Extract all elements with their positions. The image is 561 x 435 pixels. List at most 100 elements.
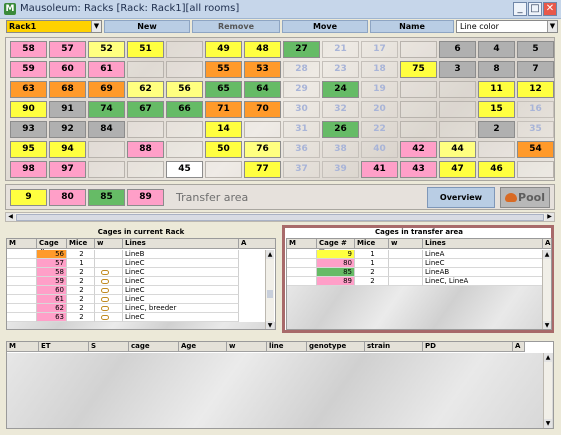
rack-cell[interactable]: 46 [478,161,515,178]
column-header[interactable]: A [513,342,525,352]
table-row[interactable]: 59 2 LineC [7,277,275,286]
rack-cell[interactable]: 36 [283,141,320,158]
rack-cell[interactable]: 55 [205,61,242,78]
rack-cell[interactable] [166,121,203,138]
rack-cell[interactable]: 5 [517,41,554,58]
column-header[interactable]: S [89,342,129,352]
rack-cell[interactable]: 77 [244,161,281,178]
rack-cell[interactable]: 6 [439,41,476,58]
rack-cell[interactable]: 62 [127,81,164,98]
rack-cell[interactable]: 97 [49,161,86,178]
column-header[interactable]: ET [39,342,89,352]
rack-cell[interactable]: 58 [10,41,47,58]
new-button[interactable]: New [104,20,190,33]
rack-cell[interactable] [205,161,242,178]
rack-cell[interactable] [244,121,281,138]
column-header[interactable]: PD [423,342,513,352]
column-header[interactable]: w [227,342,267,352]
rack-cell[interactable] [400,101,437,118]
table-row[interactable]: 60 2 LineC [7,286,275,295]
transfer-cell[interactable]: 80 [49,189,86,206]
rack-cell[interactable]: 21 [322,41,359,58]
rack-cell[interactable]: 29 [283,81,320,98]
rack-cell[interactable]: 15 [478,101,515,118]
rack-cell[interactable]: 42 [400,141,437,158]
rack-cell[interactable]: 12 [517,81,554,98]
rack-cell[interactable] [127,61,164,78]
rack-cell[interactable]: 50 [205,141,242,158]
rack-cell[interactable]: 48 [244,41,281,58]
rack-cell[interactable]: 90 [10,101,47,118]
rack-cell[interactable]: 76 [244,141,281,158]
minimize-button[interactable]: _ [513,2,527,16]
column-header[interactable]: Mice [67,239,95,249]
name-button[interactable]: Name [370,20,454,33]
rack-cell[interactable] [517,161,554,178]
column-header[interactable]: M [7,342,39,352]
pool-button[interactable]: Pool [500,187,550,208]
rack-cell[interactable]: 19 [361,81,398,98]
rack-cell[interactable]: 14 [205,121,242,138]
rack-cell[interactable]: 64 [244,81,281,98]
rack-cell[interactable]: 28 [283,61,320,78]
rack-cell[interactable]: 69 [88,81,125,98]
rack-cell[interactable]: 39 [322,161,359,178]
rack-cell[interactable]: 43 [400,161,437,178]
rack-cell[interactable]: 24 [322,81,359,98]
rack-cell[interactable]: 91 [49,101,86,118]
column-header[interactable]: w [389,239,423,249]
rack-cell[interactable]: 17 [361,41,398,58]
rack-cell[interactable] [88,161,125,178]
rack-cell[interactable]: 8 [478,61,515,78]
table-row[interactable]: 85 2 LineAB [287,268,551,277]
rack-cell[interactable]: 95 [10,141,47,158]
rack-cell[interactable]: 75 [400,61,437,78]
scroll-thumb[interactable] [16,214,544,221]
vertical-scrollbar[interactable]: ▲ ▼ [543,353,552,428]
rack-cell[interactable]: 31 [283,121,320,138]
scroll-right-icon[interactable]: ▶ [545,213,554,221]
rack-cell[interactable] [166,61,203,78]
rack-cell[interactable]: 53 [244,61,281,78]
rack-cell[interactable] [400,81,437,98]
rack-cell[interactable]: 35 [517,121,554,138]
column-header[interactable]: w [95,239,123,249]
horizontal-scrollbar[interactable]: ◀ ▶ [5,212,555,222]
rack-cell[interactable]: 52 [88,41,125,58]
rack-cell[interactable] [478,141,515,158]
rack-cell[interactable]: 84 [88,121,125,138]
scroll-down-icon[interactable]: ▼ [543,321,551,329]
rack-cell[interactable]: 37 [283,161,320,178]
rack-cell[interactable]: 51 [127,41,164,58]
vertical-scrollbar[interactable]: ▲ ▼ [265,250,274,329]
rack-cell[interactable] [166,41,203,58]
rack-cell[interactable] [439,101,476,118]
rack-cell[interactable]: 59 [10,61,47,78]
column-header[interactable]: A [239,239,275,249]
rack-cell[interactable]: 92 [49,121,86,138]
scroll-down-icon[interactable]: ▼ [544,419,552,428]
rack-cell[interactable] [88,141,125,158]
close-button[interactable]: ✕ [543,2,557,16]
chevron-down-icon[interactable]: ▼ [547,21,557,32]
color-mode-select[interactable]: Line color ▼ [456,20,558,33]
rack-cell[interactable]: 49 [205,41,242,58]
rack-cell[interactable]: 11 [478,81,515,98]
rack-cell[interactable]: 93 [10,121,47,138]
rack-cell[interactable]: 7 [517,61,554,78]
rack-cell[interactable]: 68 [49,81,86,98]
table-row[interactable]: 63 2 LineC [7,313,275,322]
rack-cell[interactable]: 18 [361,61,398,78]
column-header[interactable]: Age [179,342,227,352]
column-header[interactable]: A [543,239,551,249]
rack-cell[interactable]: 41 [361,161,398,178]
transfer-cell[interactable]: 85 [88,189,125,206]
table-row[interactable]: 62 2 LineC, breeder [7,304,275,313]
rack-cell[interactable]: 57 [49,41,86,58]
move-button[interactable]: Move [282,20,368,33]
table-row[interactable]: 58 2 LineC [7,268,275,277]
column-header[interactable]: Lines [123,239,239,249]
rack-cell[interactable]: 27 [283,41,320,58]
scroll-up-icon[interactable]: ▲ [266,250,274,259]
column-header[interactable]: Lines [423,239,543,249]
